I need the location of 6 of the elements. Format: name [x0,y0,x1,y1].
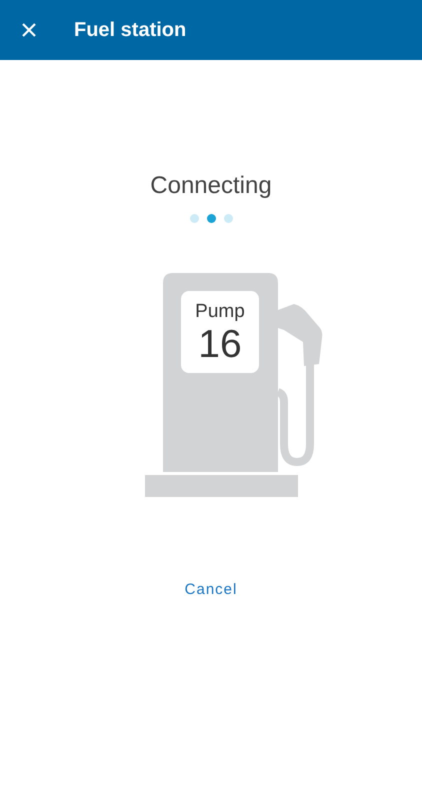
status-heading: Connecting [150,172,272,200]
pump-label: Pump [195,301,245,323]
screen-title: Fuel station [74,18,186,42]
close-icon [21,22,37,38]
pump-number: 16 [198,323,242,367]
cancel-button[interactable]: Cancel [180,579,242,600]
